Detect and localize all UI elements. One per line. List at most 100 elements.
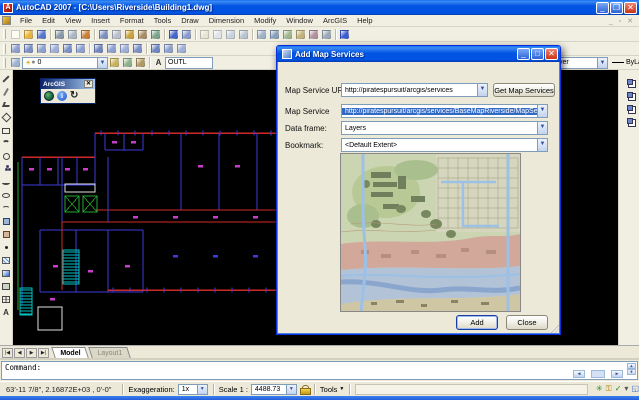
publish-icon[interactable] <box>79 28 92 41</box>
union-icon[interactable] <box>149 42 162 55</box>
layer-states-icon[interactable] <box>108 56 121 69</box>
text-style-icon[interactable]: A <box>152 56 165 69</box>
map-service-combo[interactable]: http://piratespursuit/arcgis/services/Ba… <box>341 104 548 118</box>
dialog-minimize-button[interactable]: _ <box>517 48 530 60</box>
properties-icon[interactable] <box>255 28 268 41</box>
polyline-icon[interactable] <box>0 98 12 111</box>
redo-icon[interactable] <box>180 28 193 41</box>
attach-map-service-icon[interactable] <box>44 91 54 101</box>
scale-lock-icon[interactable] <box>300 385 309 393</box>
coordinate-readout[interactable]: 63'-11 7/8", 2.16872E+03 , 0'-0" <box>0 385 117 394</box>
insert-block-icon[interactable] <box>0 215 12 228</box>
toolbar-lock-icon[interactable]: ⚿ <box>606 384 612 394</box>
menu-insert[interactable]: Insert <box>86 15 115 26</box>
hatch-icon[interactable] <box>0 254 12 267</box>
send-under-objects-icon[interactable] <box>625 115 637 128</box>
line-icon[interactable] <box>0 72 12 85</box>
associated-standards-icon[interactable]: ✓ <box>615 384 622 394</box>
sphere-icon[interactable] <box>22 42 35 55</box>
undo-icon[interactable] <box>167 28 180 41</box>
table-icon[interactable] <box>0 293 12 306</box>
sheet-set-manager-icon[interactable] <box>294 28 307 41</box>
first-tab-icon[interactable]: |◀ <box>2 348 13 358</box>
scale-combo[interactable]: 4488.73 ▼ <box>251 384 297 395</box>
chevron-down-icon[interactable]: ▼ <box>597 58 607 68</box>
pan-icon[interactable] <box>198 28 211 41</box>
add-button[interactable]: Add <box>456 315 498 330</box>
cone-icon[interactable] <box>48 42 61 55</box>
paste-icon[interactable] <box>123 28 136 41</box>
loft-icon[interactable] <box>131 42 144 55</box>
command-input[interactable]: Command: ▲▼ ◀ ▶ <box>1 361 638 380</box>
subtract-icon[interactable] <box>162 42 175 55</box>
ellipse-icon[interactable] <box>0 189 12 202</box>
chevron-down-icon[interactable]: ▼ <box>537 139 547 151</box>
match-properties-icon[interactable] <box>136 28 149 41</box>
tools-menu[interactable]: Tools▼ <box>320 385 344 394</box>
identify-icon[interactable]: i <box>57 91 67 101</box>
text-style-combo[interactable]: OUTL <box>165 57 213 69</box>
minimize-button[interactable]: _ <box>596 2 609 14</box>
new-icon[interactable] <box>9 28 22 41</box>
bring-to-front-icon[interactable] <box>625 76 637 89</box>
zoom-realtime-icon[interactable] <box>211 28 224 41</box>
get-map-services-button[interactable]: Get Map Services <box>493 83 555 97</box>
wedge-icon[interactable] <box>61 42 74 55</box>
linetype-combo[interactable]: ByLa <box>612 59 639 66</box>
layer-properties-manager-icon[interactable] <box>9 56 22 69</box>
spline-icon[interactable] <box>0 176 12 189</box>
rectangle-icon[interactable] <box>0 124 12 137</box>
data-frame-combo[interactable]: Layers ▼ <box>341 121 548 135</box>
revision-cloud-icon[interactable] <box>0 163 12 176</box>
plot-preview-icon[interactable] <box>66 28 79 41</box>
dialog-title-bar[interactable]: Add Map Services _ □ ✕ <box>277 46 560 62</box>
help-icon[interactable] <box>338 28 351 41</box>
menu-window[interactable]: Window <box>281 15 318 26</box>
map-service-url-combo[interactable]: http://piratespursuit/arcgis/services ▼ <box>341 83 488 97</box>
chevron-down-icon[interactable]: ▼ <box>537 105 547 117</box>
command-hscrollbar[interactable]: ◀ ▶ <box>573 370 625 378</box>
extrude-icon[interactable] <box>92 42 105 55</box>
designcenter-icon[interactable] <box>268 28 281 41</box>
command-scrollbar[interactable]: ▲▼ <box>627 363 636 375</box>
next-tab-icon[interactable]: ▶ <box>26 348 37 358</box>
tool-palettes-icon[interactable] <box>281 28 294 41</box>
scroll-thumb[interactable] <box>591 370 605 378</box>
bring-above-objects-icon[interactable] <box>625 102 637 115</box>
sweep-icon[interactable] <box>118 42 131 55</box>
zoom-previous-icon[interactable] <box>237 28 250 41</box>
arc-icon[interactable] <box>0 137 12 150</box>
toolbar-grip[interactable] <box>3 58 6 68</box>
construction-line-icon[interactable] <box>0 85 12 98</box>
toolbar-grip[interactable] <box>3 44 6 54</box>
menu-edit[interactable]: Edit <box>37 15 60 26</box>
resize-grip[interactable] <box>551 325 559 333</box>
intersect-icon[interactable] <box>175 42 188 55</box>
close-button[interactable]: ✕ <box>624 2 637 14</box>
quickcalc-icon[interactable] <box>320 28 333 41</box>
menu-file[interactable]: File <box>15 15 37 26</box>
cylinder-icon[interactable] <box>35 42 48 55</box>
region-icon[interactable] <box>0 280 12 293</box>
menu-help[interactable]: Help <box>352 15 377 26</box>
copy-icon[interactable] <box>110 28 123 41</box>
layer-previous-icon[interactable] <box>134 56 147 69</box>
menu-modify[interactable]: Modify <box>249 15 281 26</box>
refresh-icon[interactable]: ↻ <box>70 91 78 101</box>
restore-button[interactable]: ❐ <box>610 2 623 14</box>
menu-dimension[interactable]: Dimension <box>204 15 249 26</box>
close-button[interactable]: Close <box>506 315 548 330</box>
chevron-down-icon[interactable]: ▼ <box>477 84 487 96</box>
open-icon[interactable] <box>22 28 35 41</box>
plot-icon[interactable] <box>53 28 66 41</box>
close-icon[interactable]: ✕ <box>84 80 93 88</box>
revolve-icon[interactable] <box>105 42 118 55</box>
menu-view[interactable]: View <box>60 15 86 26</box>
point-icon[interactable] <box>0 241 12 254</box>
make-block-icon[interactable] <box>0 228 12 241</box>
chevron-down-icon[interactable]: ▼ <box>537 122 547 134</box>
bookmark-combo[interactable]: <Default Extent> ▼ <box>341 138 548 152</box>
prev-tab-icon[interactable]: ◀ <box>14 348 25 358</box>
layer-combo[interactable]: ☀● 0 ▼ <box>22 57 108 69</box>
box-icon[interactable] <box>9 42 22 55</box>
